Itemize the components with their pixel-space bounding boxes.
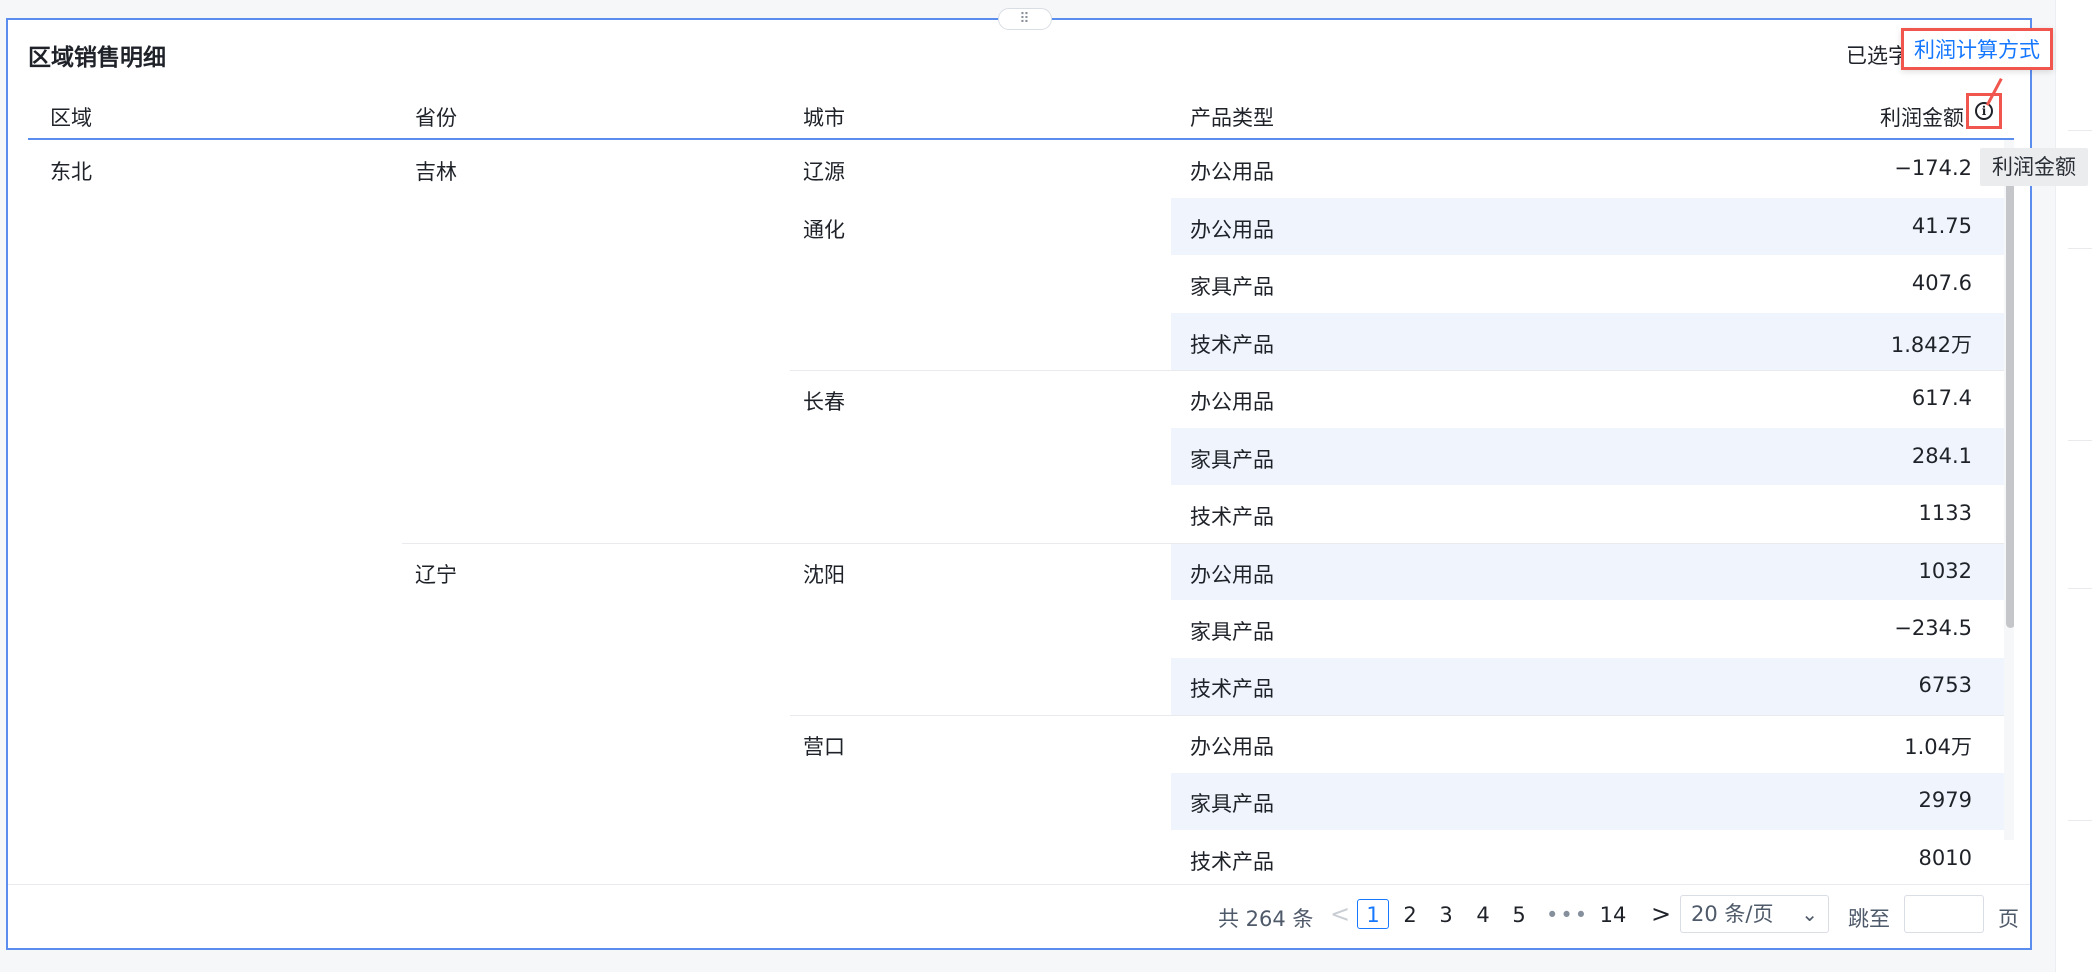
header-region[interactable]: 区域 [50,102,92,132]
page-3-button[interactable]: 3 [1430,903,1462,927]
info-icon: i [1975,102,1993,120]
cell-profit: 1.842万 [1890,333,1972,357]
row-stripe [1171,198,2014,255]
cell-city: 营口 [803,735,845,759]
cell-profit: 1133 [1918,501,1972,525]
page-1-button[interactable]: 1 [1357,899,1389,929]
vertical-scrollbar[interactable] [2006,158,2014,628]
row-stripe [1171,543,2014,600]
edge-divider [2068,440,2092,441]
cell-profit: 8010 [1918,846,1972,870]
table-body: 东北 吉林 辽宁 辽源 通化 长春 沈阳 营口 办公用品 −174.2 办公用品… [28,140,2014,884]
header-product-type[interactable]: 产品类型 [1190,102,1274,132]
cell-profit: 1.04万 [1904,735,1972,759]
cell-product-type: 办公用品 [1190,390,1274,414]
cell-product-type: 家具产品 [1190,792,1274,816]
cell-product-type: 家具产品 [1190,275,1274,299]
cell-city: 长春 [803,390,845,414]
cell-profit: 41.75 [1911,214,1972,238]
sales-table: 区域 省份 城市 产品类型 利润金额 i 东北 吉林 辽宁 辽源 通化 长春 沈… [28,88,2014,884]
jump-to-label: 跳至 [1848,907,1890,931]
edge-divider [2068,588,2092,589]
row-stripe [1171,773,2014,830]
city-divider [790,715,2014,716]
header-city[interactable]: 城市 [803,102,845,132]
more-pages-icon[interactable]: ••• [1546,903,1589,927]
cell-province: 辽宁 [415,563,457,587]
total-count: 共 264 条 [1218,907,1314,931]
header-profit-amount[interactable]: 利润金额 [1880,102,1964,132]
cell-product-type: 办公用品 [1190,218,1274,242]
cell-profit: 407.6 [1911,271,1972,295]
pagination: 共 264 条 < 1 2 3 4 5 ••• 14 > 20 条/页 ⌄ 跳至… [8,884,2030,945]
jump-page-input[interactable] [1904,895,1984,933]
edge-divider [2068,248,2092,249]
edge-divider [2068,130,2092,131]
page-2-button[interactable]: 2 [1394,903,1426,927]
drag-handle-icon[interactable]: ⠿ [998,8,1052,30]
cell-profit: 6753 [1918,673,1972,697]
cell-profit: 284.1 [1911,444,1972,468]
row-stripe [1171,658,2014,715]
edge-divider [2068,820,2092,821]
cell-product-type: 技术产品 [1190,850,1274,874]
cell-product-type: 技术产品 [1190,505,1274,529]
profit-calc-method-link[interactable]: 利润计算方式 [1901,28,2053,70]
cell-profit: −234.5 [1894,616,1972,640]
page-unit-label: 页 [1998,907,2019,931]
page-14-button[interactable]: 14 [1593,903,1633,927]
province-divider [402,543,2014,544]
page-size-select[interactable]: 20 条/页 ⌄ [1680,895,1829,933]
cell-city: 辽源 [803,160,845,184]
cell-city: 通化 [803,218,845,242]
cell-product-type: 技术产品 [1190,333,1274,357]
cell-product-type: 技术产品 [1190,677,1274,701]
background-panel-edge [2055,0,2092,972]
page-size-value: 20 条/页 [1691,902,1774,926]
region-sales-card: ⠿ 区域销售明细 已选字 利润计算方式 区域 省份 城市 产品类型 利润金额 i [6,8,2053,950]
cell-product-type: 家具产品 [1190,448,1274,472]
next-page-icon[interactable]: > [1651,900,1671,928]
table-header: 区域 省份 城市 产品类型 利润金额 i [28,88,2014,140]
cell-profit: −174.2 [1894,156,1972,180]
cell-product-type: 办公用品 [1190,160,1274,184]
cell-product-type: 家具产品 [1190,620,1274,644]
selected-fields-label[interactable]: 已选字 [1846,40,1906,70]
cell-profit: 1032 [1918,559,1972,583]
cell-product-type: 办公用品 [1190,563,1274,587]
cell-product-type: 办公用品 [1190,735,1274,759]
page-5-button[interactable]: 5 [1503,903,1535,927]
row-stripe [1171,313,2014,370]
prev-page-icon[interactable]: < [1330,900,1350,928]
cell-profit: 2979 [1918,788,1972,812]
profit-tooltip: 利润金额 [1980,148,2088,186]
card-title: 区域销售明细 [28,45,166,71]
cell-region: 东北 [50,160,92,184]
city-divider [790,370,2014,371]
profit-info-button[interactable]: i [1966,93,2002,129]
page-4-button[interactable]: 4 [1467,903,1499,927]
row-stripe [1171,428,2014,485]
header-province[interactable]: 省份 [415,102,457,132]
cell-profit: 617.4 [1911,386,1972,410]
chevron-down-icon: ⌄ [1801,902,1818,926]
cell-city: 沈阳 [803,563,845,587]
cell-province: 吉林 [415,160,457,184]
